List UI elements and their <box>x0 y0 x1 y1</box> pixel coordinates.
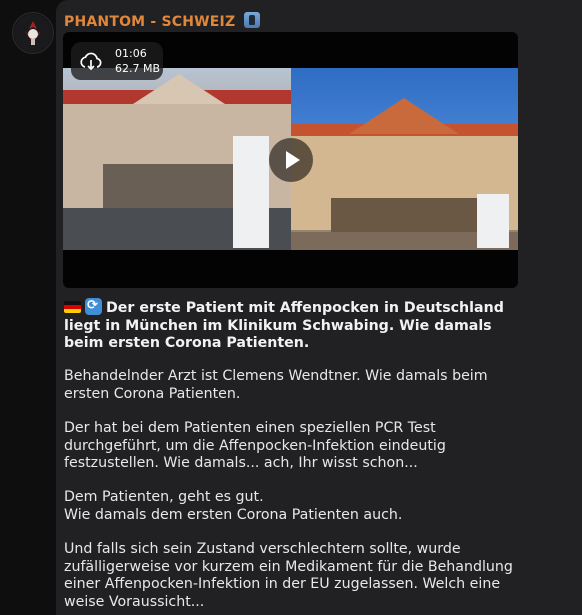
man-office-worker-icon <box>244 12 261 28</box>
paragraph-4: Und falls sich sein Zustand verschlechte… <box>64 541 513 610</box>
headline: Der erste Patient mit Affenpocken in Deu… <box>64 297 514 353</box>
cloud-download-icon[interactable] <box>79 50 103 74</box>
message-bubble: PHANTOM - SCHWEIZ 01:06 62.7 MB ⟳Der ers… <box>56 0 582 615</box>
paragraph-3: Dem Patienten, geht es gut. Wie damals d… <box>64 489 403 523</box>
channel-avatar[interactable] <box>12 12 54 54</box>
video-duration: 01:06 <box>115 47 147 60</box>
germany-flag-icon <box>64 301 81 313</box>
video-size: 62.7 MB <box>115 62 161 75</box>
repeat-icon <box>85 297 102 315</box>
video-frame-right <box>291 68 518 250</box>
video-frame-left <box>63 68 291 250</box>
play-button[interactable] <box>269 138 313 182</box>
video-player[interactable]: 01:06 62.7 MB <box>63 32 518 288</box>
video-info-pill[interactable]: 01:06 62.7 MB <box>71 42 163 80</box>
paragraph-2: Der hat bei dem Patienten einen speziell… <box>64 420 446 472</box>
channel-name[interactable]: PHANTOM - SCHWEIZ <box>64 12 261 30</box>
paragraph-1: Behandelnder Arzt ist Clemens Wendtner. … <box>64 368 488 402</box>
